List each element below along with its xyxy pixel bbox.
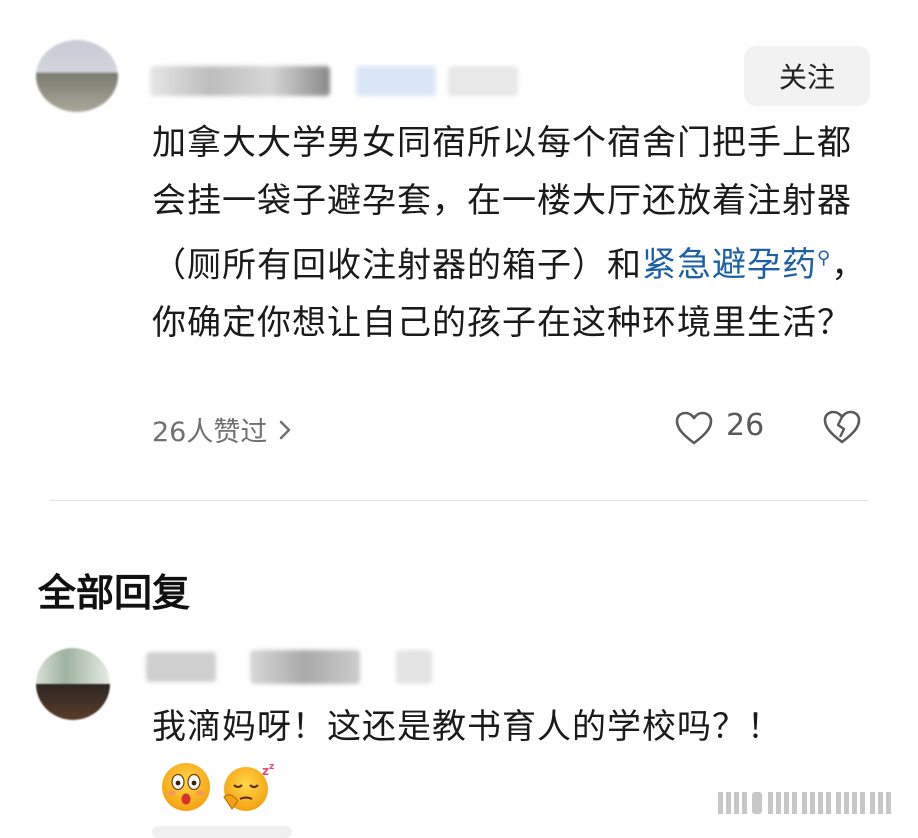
- replier-name-blurred[interactable]: [146, 652, 216, 682]
- replier-name-blurred-2[interactable]: [250, 650, 360, 684]
- replier-meta-blurred: [396, 650, 432, 684]
- sleepy-face-emoji: z z: [223, 762, 275, 811]
- commenter-name-blurred[interactable]: [150, 66, 330, 96]
- commenter-meta-blurred: [356, 66, 436, 96]
- all-replies-heading: 全部回复: [38, 571, 191, 615]
- likes-summary-label[interactable]: 26人赞过: [152, 410, 267, 449]
- section-divider: [50, 500, 868, 501]
- likes-summary[interactable]: 26人赞过: [152, 410, 293, 449]
- chevron-right-icon: [280, 420, 291, 439]
- commenter-meta-blurred-2: [448, 66, 518, 96]
- astonished-face-emoji: [162, 762, 210, 811]
- svg-text:z: z: [269, 762, 275, 772]
- watermark-logo: [718, 792, 891, 814]
- follow-button[interactable]: 关注: [744, 46, 870, 106]
- comment-text: 加拿大大学男女同宿所以每个宿舍门把手上都会挂一袋子避孕套，在一楼大厅还放着注射器…: [152, 114, 872, 352]
- broken-heart-icon[interactable]: [822, 408, 862, 446]
- keyword-link-text[interactable]: 紧急避孕药: [642, 245, 817, 285]
- replier-avatar[interactable]: [36, 648, 110, 720]
- like-heart-icon[interactable]: [674, 410, 714, 446]
- commenter-avatar[interactable]: [36, 40, 118, 112]
- search-icon[interactable]: ⚲: [817, 248, 831, 269]
- like-count: 26: [726, 408, 765, 443]
- keyword-search-link[interactable]: 紧急避孕药⚲: [642, 245, 831, 285]
- reply-text-content: 我滴妈呀！这还是教书育人的学校吗？！: [152, 707, 782, 747]
- next-reply-placeholder: [152, 826, 292, 838]
